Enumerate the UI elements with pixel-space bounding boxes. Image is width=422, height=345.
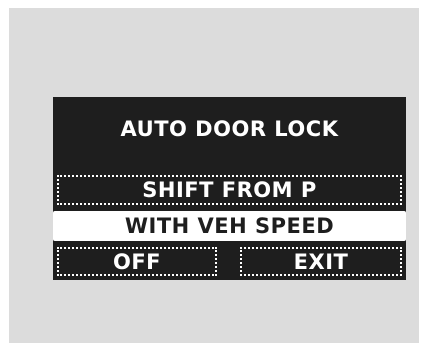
option-label: SHIFT FROM P: [142, 178, 317, 202]
exit-button[interactable]: EXIT: [240, 247, 402, 276]
option-label: OFF: [112, 249, 162, 274]
option-label: EXIT: [293, 249, 349, 274]
vehicle-settings-screen: AUTO DOOR LOCK SHIFT FROM P WITH VEH SPE…: [53, 97, 406, 280]
menu-title: AUTO DOOR LOCK: [120, 117, 339, 141]
option-label: WITH VEH SPEED: [124, 214, 335, 238]
option-off[interactable]: OFF: [57, 247, 217, 276]
option-shift-from-p[interactable]: SHIFT FROM P: [57, 175, 402, 205]
option-with-veh-speed[interactable]: WITH VEH SPEED: [53, 211, 406, 241]
display-frame: AUTO DOOR LOCK SHIFT FROM P WITH VEH SPE…: [9, 8, 419, 343]
